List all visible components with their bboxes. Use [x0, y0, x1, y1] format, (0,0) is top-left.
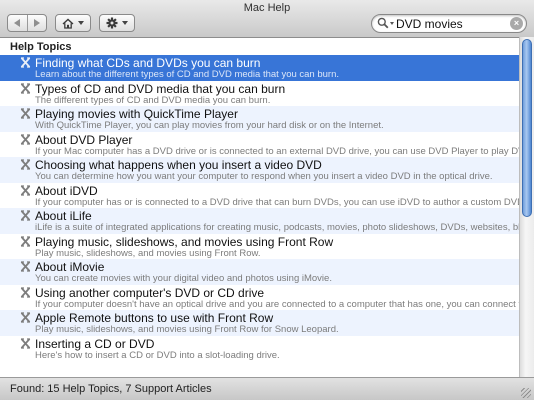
topic-title: Using another computer's DVD or CD drive: [35, 285, 265, 300]
help-topic-icon: [20, 286, 31, 298]
topic-description: Here's how to insert a CD or DVD into a …: [35, 349, 280, 361]
back-arrow-icon: [14, 19, 21, 27]
topic-title: About iDVD: [35, 183, 98, 198]
topic-title: Playing music, slideshows, and movies us…: [35, 234, 334, 249]
list-item[interactable]: About DVD Player If your Mac computer ha…: [0, 131, 519, 157]
search-input[interactable]: DVD movies: [396, 17, 463, 31]
help-topic-icon: [20, 133, 31, 145]
resize-grip-icon[interactable]: [521, 388, 531, 398]
topic-description: If your computer has or is connected to …: [35, 196, 519, 208]
topic-description: Play music, slideshows, and movies using…: [35, 324, 339, 335]
topic-title: Types of CD and DVD media that you can b…: [35, 81, 286, 96]
help-topic-icon: [20, 57, 31, 68]
home-button[interactable]: [55, 14, 91, 32]
topic-title: About iLife: [35, 209, 92, 223]
back-button[interactable]: [8, 15, 27, 31]
forward-button[interactable]: [26, 15, 47, 31]
topic-title: Inserting a CD or DVD: [35, 336, 155, 351]
topic-description: With QuickTime Player, you can play movi…: [35, 120, 384, 131]
list-item[interactable]: About iMovie You can create movies with …: [0, 259, 519, 285]
help-topic-icon: [20, 337, 31, 349]
forward-arrow-icon: [33, 19, 40, 27]
list-item[interactable]: Choosing what happens when you insert a …: [0, 157, 519, 183]
topic-description: You can create movies with your digital …: [35, 273, 332, 284]
topic-title: About DVD Player: [35, 132, 133, 147]
help-topic-icon: [20, 261, 31, 272]
topic-title: About iMovie: [35, 260, 105, 274]
topic-description: If your computer doesn't have an optical…: [35, 298, 519, 310]
list-item[interactable]: About iLife iLife is a suite of integrat…: [0, 208, 519, 234]
topic-description: Play music, slideshows, and movies using…: [35, 247, 261, 259]
chevron-down-icon: [78, 21, 84, 25]
topic-title: Apple Remote buttons to use with Front R…: [35, 311, 274, 325]
topic-description: The different types of CD and DVD media …: [35, 94, 271, 106]
chevron-down-icon: [122, 21, 128, 25]
house-icon: [62, 18, 74, 29]
list-item[interactable]: Playing movies with QuickTime Player Wit…: [0, 106, 519, 132]
list-item[interactable]: Using another computer's DVD or CD drive…: [0, 284, 519, 310]
gear-icon: [106, 17, 118, 29]
topic-description: iLife is a suite of integrated applicati…: [35, 222, 519, 233]
topic-title: Choosing what happens when you insert a …: [35, 158, 322, 172]
clear-search-icon[interactable]: ×: [510, 17, 523, 30]
navigation-buttons: [7, 14, 47, 32]
topic-title: Finding what CDs and DVDs you can burn: [35, 56, 261, 70]
topic-description: If your Mac computer has a DVD drive or …: [35, 145, 519, 157]
help-topic-icon: [20, 159, 31, 170]
help-topic-icon: [20, 210, 31, 221]
topic-title: Playing movies with QuickTime Player: [35, 107, 238, 121]
action-button[interactable]: [99, 14, 135, 32]
search-menu-icon: [390, 22, 394, 25]
list-item[interactable]: About iDVD If your computer has or is co…: [0, 182, 519, 208]
topic-description: Learn about the different types of CD an…: [35, 69, 340, 80]
list-item[interactable]: Apple Remote buttons to use with Front R…: [0, 310, 519, 336]
mac-help-window: Mac Help DVD movies × Help Topics Findin…: [0, 0, 534, 400]
help-topic-icon: [20, 312, 31, 323]
topic-description: You can determine how you want your comp…: [35, 171, 493, 182]
search-icon: [377, 17, 389, 29]
help-topic-icon: [20, 184, 31, 196]
help-topic-icon: [20, 235, 31, 247]
results-count: Found: 15 Help Topics, 7 Support Article…: [10, 383, 212, 395]
help-topics-list: Finding what CDs and DVDs you can burn L…: [0, 55, 519, 377]
vertical-scrollbar[interactable]: [519, 37, 534, 377]
scrollbar-thumb[interactable]: [522, 39, 532, 217]
list-item[interactable]: Finding what CDs and DVDs you can burn L…: [0, 55, 519, 81]
list-item[interactable]: Types of CD and DVD media that you can b…: [0, 80, 519, 106]
toolbar: Mac Help DVD movies ×: [0, 0, 534, 38]
help-topic-icon: [20, 82, 31, 94]
search-field[interactable]: DVD movies ×: [371, 14, 527, 33]
help-topic-icon: [20, 108, 31, 119]
help-topics-heading: Help Topics: [10, 41, 72, 53]
window-title: Mac Help: [243, 2, 291, 14]
list-item[interactable]: Playing music, slideshows, and movies us…: [0, 233, 519, 259]
status-bar: Found: 15 Help Topics, 7 Support Article…: [0, 377, 534, 400]
list-item[interactable]: Inserting a CD or DVD Here's how to inse…: [0, 335, 519, 361]
